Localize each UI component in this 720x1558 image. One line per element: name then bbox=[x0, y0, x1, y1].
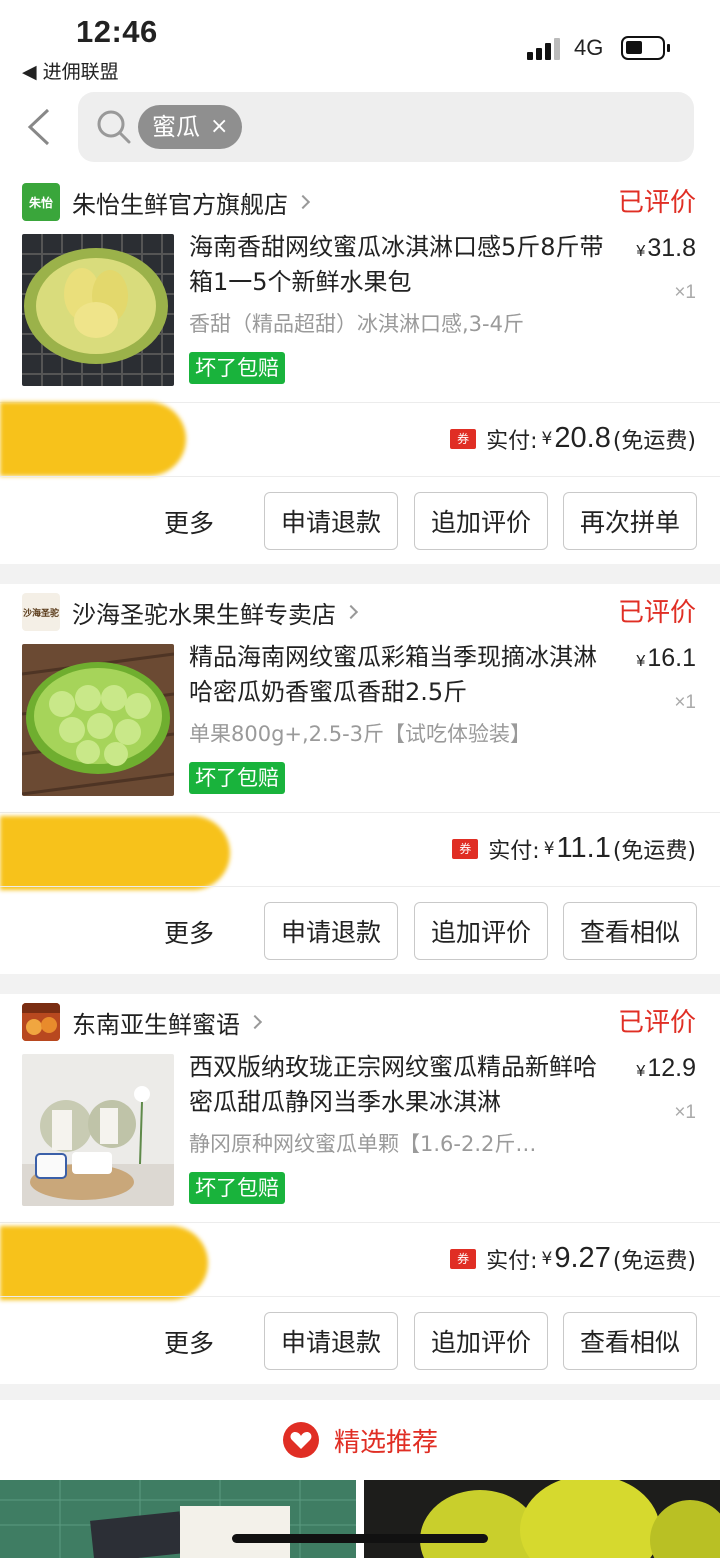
paid-label: 实付: bbox=[486, 1248, 538, 1274]
add-review-button[interactable]: 追加评价 bbox=[414, 1312, 548, 1370]
order-actions: 更多 申请退款 追加评价 查看相似 bbox=[0, 902, 720, 960]
order-status: 已评价 bbox=[617, 598, 696, 628]
coupon-icon: 券 bbox=[452, 838, 479, 859]
shop-logo: 沙海圣驼 bbox=[22, 593, 60, 631]
order-actions: 更多 申请退款 追加评价 查看相似 bbox=[0, 1312, 720, 1370]
product-price: ¥31.8 bbox=[636, 234, 696, 262]
shipping-note: (免运费) bbox=[612, 428, 696, 454]
more-button[interactable]: 更多 bbox=[164, 504, 214, 540]
paid-amount: 20.8 bbox=[554, 422, 611, 454]
shop-name: 沙海圣驼水果生鲜专卖店 bbox=[72, 600, 336, 629]
shipping-note: (免运费) bbox=[612, 1248, 696, 1274]
coupon-icon: 券 bbox=[450, 1248, 477, 1269]
redacted-area bbox=[0, 402, 186, 476]
product-image[interactable] bbox=[22, 644, 174, 796]
order-card: 朱怡 朱怡生鲜官方旗舰店 已评价 海南香甜网纹蜜瓜冰淇淋口感5斤8斤带箱1一5个… bbox=[0, 174, 720, 564]
paid-amount: 11.1 bbox=[556, 832, 611, 864]
more-button[interactable]: 更多 bbox=[164, 914, 214, 950]
search-header: 蜜瓜 × bbox=[0, 84, 720, 174]
recommend-title: 精选推荐 bbox=[333, 1427, 438, 1458]
coupon-icon: 券 bbox=[450, 428, 477, 449]
paid-label: 实付: bbox=[486, 428, 538, 454]
shop-link[interactable]: 朱怡 朱怡生鲜官方旗舰店 bbox=[22, 182, 311, 222]
product-spec: 香甜（精品超甜）冰淇淋口感,3-4斤 bbox=[189, 312, 524, 336]
search-icon bbox=[97, 110, 131, 144]
recommend-header: 精选推荐 bbox=[0, 1400, 720, 1480]
network-type: 4G bbox=[574, 35, 604, 60]
guarantee-badge: 坏了包赔 bbox=[189, 352, 285, 384]
paid-label: 实付: bbox=[488, 838, 540, 864]
product-title[interactable]: 精品海南网纹蜜瓜彩箱当季现摘冰淇淋哈密瓜奶香蜜瓜香甜2.5斤 bbox=[189, 640, 609, 710]
home-indicator[interactable] bbox=[232, 1534, 488, 1543]
paid-amount-row: 券 实付: ¥ 20.8 (免运费) bbox=[450, 422, 696, 455]
redacted-area bbox=[0, 816, 230, 890]
view-similar-button[interactable]: 查看相似 bbox=[563, 1312, 697, 1370]
shop-name: 朱怡生鲜官方旗舰店 bbox=[72, 190, 288, 219]
view-similar-button[interactable]: 查看相似 bbox=[563, 902, 697, 960]
order-card: 沙海圣驼 沙海圣驼水果生鲜专卖店 已评价 精品海南网纹蜜瓜彩箱当季现摘冰淇淋哈密… bbox=[0, 584, 720, 974]
search-input[interactable]: 蜜瓜 × bbox=[78, 92, 694, 162]
product-image[interactable] bbox=[22, 1054, 174, 1206]
back-arrow-icon[interactable] bbox=[26, 108, 52, 146]
guarantee-badge: 坏了包赔 bbox=[189, 1172, 285, 1204]
search-keyword: 蜜瓜 bbox=[152, 113, 200, 141]
recommend-products bbox=[0, 1475, 720, 1558]
chevron-right-icon bbox=[295, 194, 311, 210]
paid-amount-row: 券 实付: ¥ 9.27 (免运费) bbox=[450, 1242, 696, 1275]
product-spec: 单果800g+,2.5-3斤【试吃体验装】 bbox=[189, 722, 532, 746]
signal-icon bbox=[527, 38, 563, 60]
divider bbox=[0, 886, 720, 887]
heart-icon bbox=[282, 1422, 319, 1458]
clock: 12:46 bbox=[76, 14, 158, 49]
product-price: ¥16.1 bbox=[636, 644, 696, 672]
add-review-button[interactable]: 追加评价 bbox=[414, 902, 548, 960]
status-bar: 12:46 ◀ 进佣联盟 4G bbox=[0, 0, 720, 84]
paid-amount: 9.27 bbox=[554, 1242, 611, 1274]
more-button[interactable]: 更多 bbox=[164, 1324, 214, 1360]
product-title[interactable]: 西双版纳玫珑正宗网纹蜜瓜精品新鲜哈密瓜甜瓜静冈当季水果冰淇淋 bbox=[189, 1050, 609, 1120]
paid-amount-row: 券 实付: ¥ 11.1 (免运费) bbox=[452, 832, 696, 865]
reorder-button[interactable]: 再次拼单 bbox=[563, 492, 697, 550]
battery-icon bbox=[621, 36, 670, 60]
refund-button[interactable]: 申请退款 bbox=[264, 492, 398, 550]
guarantee-badge: 坏了包赔 bbox=[189, 762, 285, 794]
shop-link[interactable]: 沙海圣驼 沙海圣驼水果生鲜专卖店 bbox=[22, 592, 359, 632]
product-image[interactable] bbox=[22, 234, 174, 386]
product-quantity: ×1 bbox=[674, 1102, 696, 1123]
divider bbox=[0, 812, 720, 813]
order-card: 东南亚生鲜蜜语 已评价 西双版纳玫珑正宗网纹蜜瓜精品新鲜哈密瓜甜瓜静冈当季水果冰… bbox=[0, 994, 720, 1384]
shop-logo bbox=[22, 1003, 60, 1041]
divider bbox=[0, 476, 720, 477]
refund-button[interactable]: 申请退款 bbox=[264, 1312, 398, 1370]
order-status: 已评价 bbox=[617, 1008, 696, 1038]
shop-logo: 朱怡 bbox=[22, 183, 60, 221]
refund-button[interactable]: 申请退款 bbox=[264, 902, 398, 960]
product-quantity: ×1 bbox=[674, 282, 696, 303]
product-quantity: ×1 bbox=[674, 692, 696, 713]
product-price: ¥12.9 bbox=[636, 1054, 696, 1082]
redacted-area bbox=[0, 1226, 208, 1300]
chevron-right-icon bbox=[343, 604, 359, 620]
shop-link[interactable]: 东南亚生鲜蜜语 bbox=[22, 1002, 263, 1042]
search-keyword-chip[interactable]: 蜜瓜 × bbox=[138, 105, 243, 149]
product-title[interactable]: 海南香甜网纹蜜瓜冰淇淋口感5斤8斤带箱1一5个新鲜水果包 bbox=[189, 230, 609, 300]
product-spec: 静冈原种网纹蜜瓜单颗【1.6-2.2斤… bbox=[189, 1132, 537, 1156]
clear-keyword-icon[interactable]: × bbox=[210, 105, 228, 149]
shop-name: 东南亚生鲜蜜语 bbox=[72, 1010, 240, 1039]
order-status: 已评价 bbox=[617, 188, 696, 218]
divider bbox=[0, 1296, 720, 1297]
divider bbox=[0, 1222, 720, 1223]
order-actions: 更多 申请退款 追加评价 再次拼单 bbox=[0, 492, 720, 550]
chevron-right-icon bbox=[247, 1014, 263, 1030]
shipping-note: (免运费) bbox=[612, 838, 696, 864]
recommend-product-images[interactable] bbox=[0, 1475, 720, 1558]
back-to-app-link[interactable]: ◀ 进佣联盟 bbox=[22, 57, 119, 84]
add-review-button[interactable]: 追加评价 bbox=[414, 492, 548, 550]
